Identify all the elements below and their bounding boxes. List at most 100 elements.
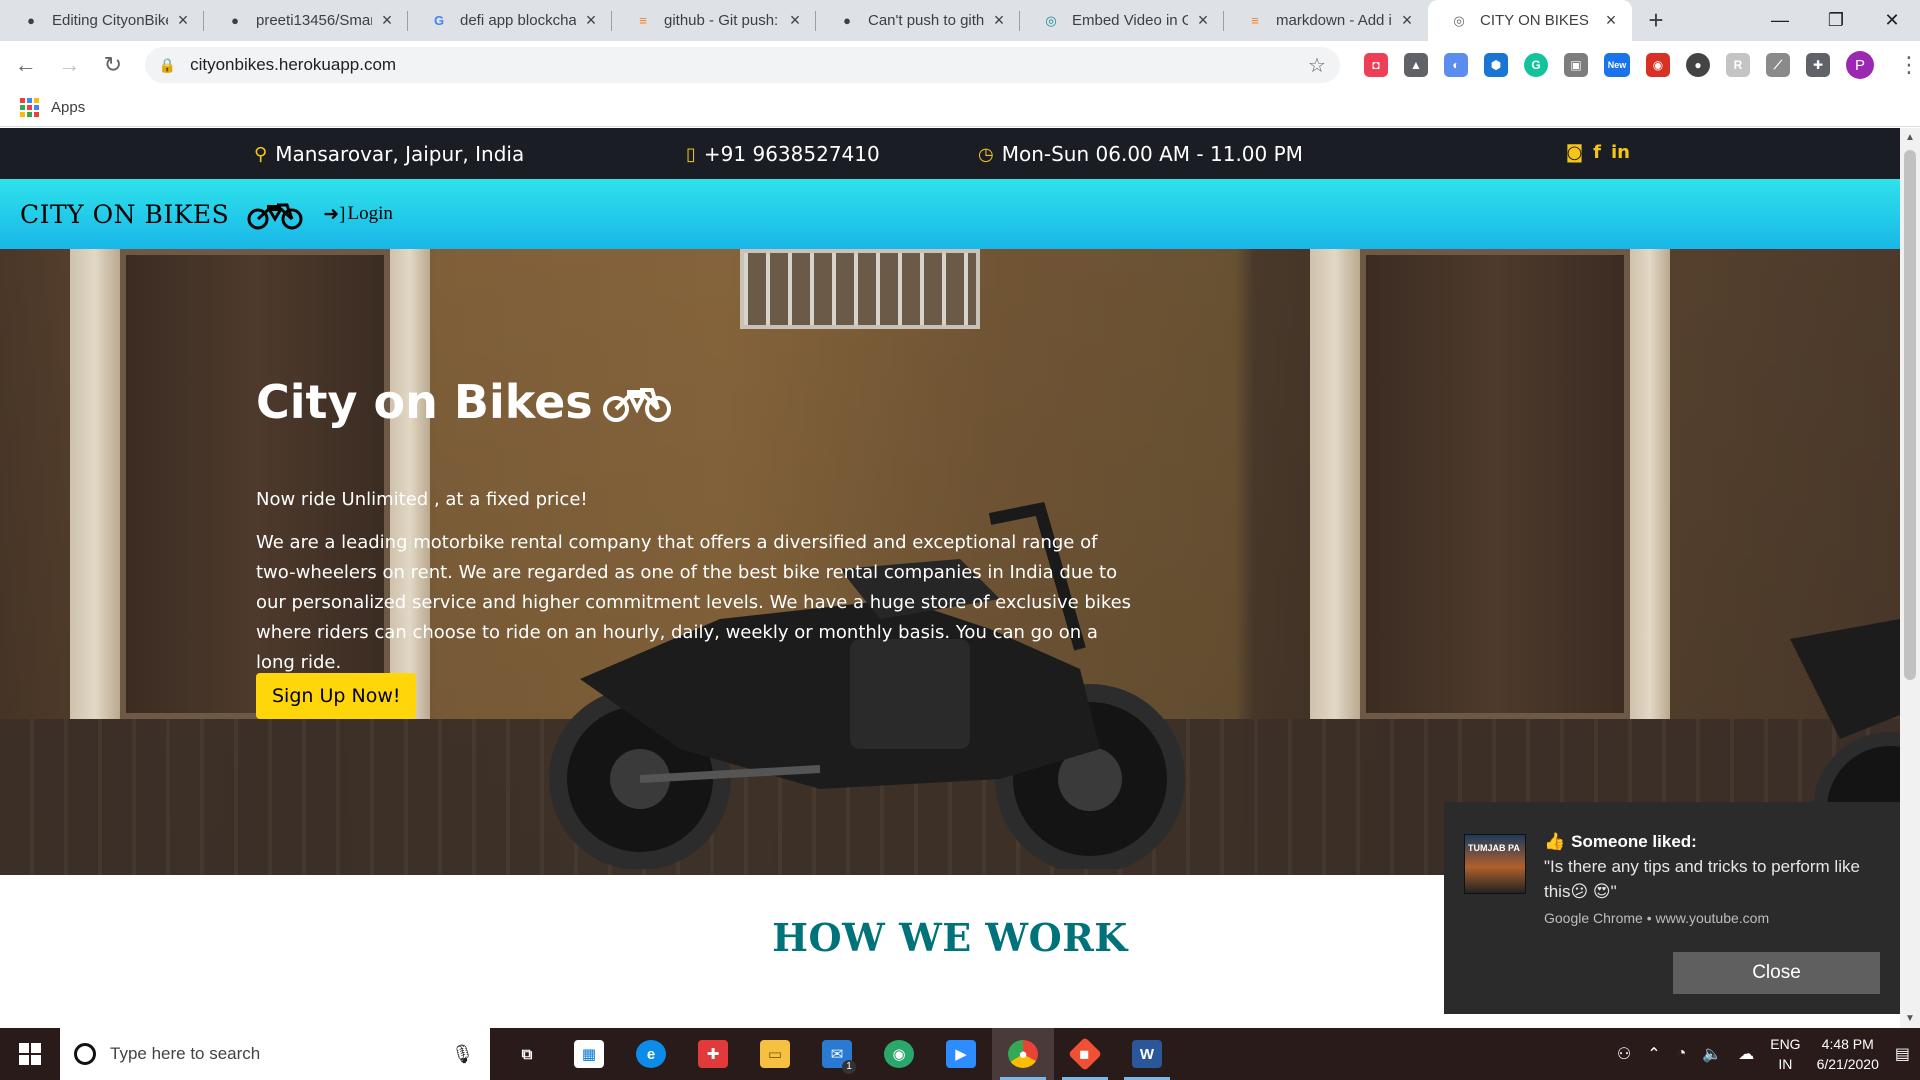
background-window xyxy=(740,249,980,329)
gift-app[interactable]: ✚ xyxy=(682,1028,744,1080)
git-app[interactable]: ◆ xyxy=(1054,1028,1116,1080)
start-button[interactable] xyxy=(0,1028,60,1080)
profile-avatar[interactable]: P xyxy=(1845,51,1874,79)
microphone-icon[interactable]: 🎙 xyxy=(451,1044,474,1065)
close-tab-icon[interactable]: × xyxy=(1194,10,1212,31)
menu-kebab-icon[interactable]: ⋮ xyxy=(1898,52,1920,78)
close-tab-icon[interactable]: × xyxy=(1602,10,1620,31)
bookmark-star-icon[interactable]: ☆ xyxy=(1308,53,1326,78)
browser-tab[interactable]: ● Editing CityonBikes × xyxy=(0,0,204,41)
word-app[interactable]: W xyxy=(1116,1028,1178,1080)
new-tab-button[interactable]: + xyxy=(1638,0,1674,41)
close-tab-icon[interactable]: × xyxy=(174,10,192,31)
scroll-up-icon[interactable]: ▲ xyxy=(1900,132,1920,143)
back-icon[interactable]: ← xyxy=(8,47,44,83)
system-clock[interactable]: 4:48 PM 6/21/2020 xyxy=(1817,1034,1879,1074)
close-window-icon[interactable]: ✕ xyxy=(1864,0,1920,41)
hours-info: ◷ Mon-Sun 06.00 AM - 11.00 PM xyxy=(978,142,1303,166)
notification-close-button[interactable]: Close xyxy=(1673,952,1880,994)
extension-icon[interactable]: ● xyxy=(1685,53,1710,77)
new-badge-extension-icon[interactable]: New xyxy=(1603,53,1630,77)
task-view-button[interactable]: ⧉ xyxy=(496,1028,558,1080)
close-tab-icon[interactable]: × xyxy=(786,10,804,31)
store-app[interactable]: ▦ xyxy=(558,1028,620,1080)
google-icon: G xyxy=(433,13,445,28)
analytics-extension-icon[interactable]: ⟋ xyxy=(1765,53,1790,77)
site-brand[interactable]: CITY ON BIKES xyxy=(20,200,229,229)
drive-extension-icon[interactable]: ▲ xyxy=(1403,53,1428,77)
notification-heading: 👍 Someone liked: xyxy=(1544,832,1697,852)
github-icon: ● xyxy=(843,13,851,28)
browser-tab-active[interactable]: ◎ CITY ON BIKES × xyxy=(1428,0,1632,41)
sign-up-button[interactable]: Sign Up Now! xyxy=(256,673,417,719)
page-scrollbar[interactable]: ▲ ▼ xyxy=(1900,128,1920,1028)
mail-app[interactable]: ✉ 1 xyxy=(806,1028,868,1080)
language-code: ENG xyxy=(1770,1036,1801,1052)
facebook-icon[interactable]: f xyxy=(1593,142,1601,163)
apps-grid-icon[interactable] xyxy=(20,98,39,117)
site-navbar: CITY ON BIKES ➜] Login xyxy=(0,179,1900,249)
mail-badge: 1 xyxy=(842,1060,856,1074)
browser-tab[interactable]: ● Can't push to github × xyxy=(816,0,1020,41)
grammarly-extension-icon[interactable]: G xyxy=(1523,53,1548,77)
location-text: Mansarovar, Jaipur, India xyxy=(275,142,525,166)
notification-source: Google Chrome • www.youtube.com xyxy=(1544,910,1770,926)
close-tab-icon[interactable]: × xyxy=(378,10,396,31)
task-view-icon: ⧉ xyxy=(521,1045,533,1063)
edge-app[interactable]: e xyxy=(620,1028,682,1080)
tab-title: github - Git push: xyxy=(664,12,779,29)
action-center-icon[interactable]: ▤ xyxy=(1895,1044,1910,1064)
forward-icon[interactable]: → xyxy=(52,47,88,83)
file-explorer-app[interactable]: ▭ xyxy=(744,1028,806,1080)
zoom-icon: ▶ xyxy=(946,1040,976,1068)
maps-app[interactable]: ◉ xyxy=(868,1028,930,1080)
screenshot-extension-icon[interactable]: ◉ xyxy=(1645,53,1670,77)
extension-icon[interactable]: ◐ xyxy=(1443,53,1468,77)
weather-icon[interactable]: ☁ xyxy=(1738,1044,1754,1064)
close-tab-icon[interactable]: × xyxy=(990,10,1008,31)
apps-bookmark[interactable]: Apps xyxy=(51,99,85,116)
chrome-app[interactable]: ● xyxy=(992,1028,1054,1080)
restore-icon[interactable]: ❐ xyxy=(1808,0,1864,41)
browser-tab[interactable]: G defi app blockchain × xyxy=(408,0,612,41)
volume-icon[interactable]: 🔈 xyxy=(1702,1044,1722,1064)
wifi-icon[interactable]: ◔ xyxy=(1677,1045,1687,1063)
clock-date: 6/21/2020 xyxy=(1816,1056,1879,1072)
people-icon[interactable]: ⚇ xyxy=(1617,1044,1631,1064)
tab-title: preeti13456/SmartBike xyxy=(256,12,372,29)
extension-icon[interactable]: ⬢ xyxy=(1483,53,1508,77)
windows-logo-icon xyxy=(19,1043,41,1065)
tab-title: Can't push to github xyxy=(868,12,984,29)
extension-icon[interactable]: R xyxy=(1725,53,1750,77)
map-marker-icon: ⚲ xyxy=(254,143,268,165)
close-tab-icon[interactable]: × xyxy=(1398,10,1416,31)
tab-title: CITY ON BIKES xyxy=(1480,12,1589,29)
browser-tab[interactable]: ≡ github - Git push: × xyxy=(612,0,816,41)
pocket-extension-icon[interactable]: ◘ xyxy=(1363,53,1388,77)
extension-icon[interactable]: ▣ xyxy=(1563,53,1588,77)
minimize-icon[interactable]: — xyxy=(1752,0,1808,41)
globe-icon: ◎ xyxy=(1453,12,1465,28)
login-link[interactable]: ➜] Login xyxy=(323,203,393,226)
stackoverflow-icon: ≡ xyxy=(1251,13,1259,28)
taskbar-search[interactable]: Type here to search 🎙 xyxy=(60,1028,490,1080)
linkedin-icon[interactable]: in xyxy=(1611,142,1630,163)
browser-tab[interactable]: ● preeti13456/SmartBike × xyxy=(204,0,408,41)
language-indicator[interactable]: ENG IN xyxy=(1770,1034,1800,1074)
puzzle-icon[interactable]: ✚ xyxy=(1805,53,1830,77)
instagram-icon[interactable]: ◙ xyxy=(1566,142,1583,163)
browser-tab[interactable]: ≡ markdown - Add image × xyxy=(1224,0,1428,41)
word-icon: W xyxy=(1132,1040,1162,1068)
url-text: cityonbikes.herokuapp.com xyxy=(190,55,397,74)
scrollbar-thumb[interactable] xyxy=(1904,150,1916,680)
chevron-up-icon[interactable]: ⌃ xyxy=(1647,1044,1660,1064)
scroll-down-icon[interactable]: ▼ xyxy=(1900,1013,1920,1024)
url-input[interactable]: 🔒 cityonbikes.herokuapp.com ☆ xyxy=(144,47,1340,83)
browser-tab[interactable]: ◎ Embed Video in GitHub × xyxy=(1020,0,1224,41)
browser-tab-strip: ● Editing CityonBikes × ● preeti13456/Sm… xyxy=(0,0,1920,41)
close-tab-icon[interactable]: × xyxy=(582,10,600,31)
background-door xyxy=(1360,249,1630,719)
wall-pillar xyxy=(70,249,120,719)
zoom-app[interactable]: ▶ xyxy=(930,1028,992,1080)
reload-icon[interactable]: ↻ xyxy=(95,47,131,83)
